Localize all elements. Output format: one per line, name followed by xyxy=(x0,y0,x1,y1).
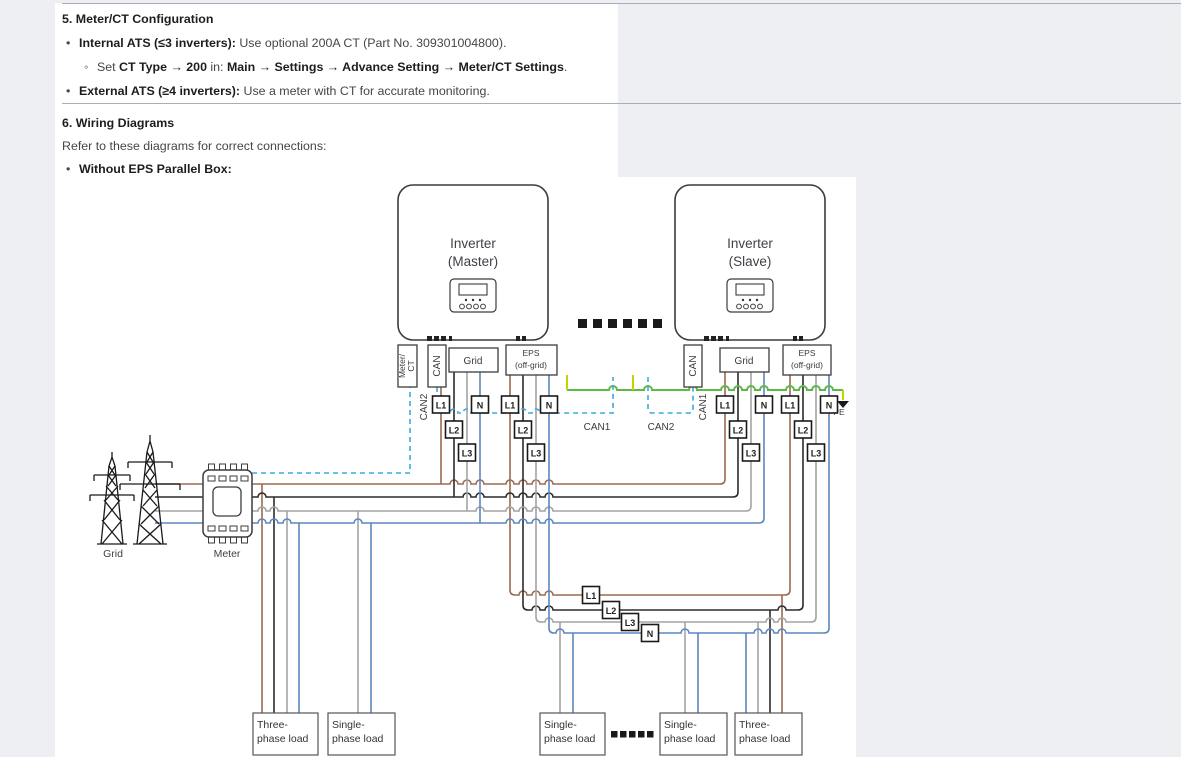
svg-text:L2: L2 xyxy=(606,606,617,616)
svg-text:L2: L2 xyxy=(449,426,460,436)
svg-text:L1: L1 xyxy=(586,591,597,601)
meter-icon xyxy=(203,464,252,543)
l2-black-wires xyxy=(155,372,803,713)
svg-text:N: N xyxy=(826,401,833,411)
svg-text:L3: L3 xyxy=(811,449,822,459)
port-can: CAN xyxy=(432,355,443,376)
wiring-diagram: PE CAN1 CAN2 CAN2 CAN1 Grid xyxy=(0,0,1181,757)
svg-text:(Slave): (Slave) xyxy=(729,254,772,269)
load-single-phase-1: Single- xyxy=(332,719,365,731)
svg-text:L3: L3 xyxy=(462,449,473,459)
load-three-phase-2: Three- xyxy=(739,719,770,731)
l3-gray-wires xyxy=(155,372,816,713)
svg-text:L1: L1 xyxy=(785,401,796,411)
port-meter-ct: CT xyxy=(406,360,416,371)
slave-can1-label: CAN1 xyxy=(698,393,709,420)
slave-ports: CAN Grid EPS (off-grid) xyxy=(684,345,831,387)
svg-text:L2: L2 xyxy=(518,426,529,436)
load-single-phase-3: Single- xyxy=(664,719,697,731)
svg-text:N: N xyxy=(761,401,768,411)
can-bus-line xyxy=(437,377,613,413)
svg-text:phase load: phase load xyxy=(739,733,791,745)
svg-text:Inverter: Inverter xyxy=(727,236,773,251)
svg-text:L3: L3 xyxy=(746,449,757,459)
svg-text:L3: L3 xyxy=(531,449,542,459)
svg-text:N: N xyxy=(477,401,484,411)
svg-text:L2: L2 xyxy=(798,426,809,436)
display-panel-icon xyxy=(450,279,496,312)
svg-text:L3: L3 xyxy=(625,618,636,628)
svg-text:Inverter: Inverter xyxy=(450,236,496,251)
meter-ct-comm-line xyxy=(252,387,410,473)
continuation-dots-icon xyxy=(578,319,662,328)
port-grid: Grid xyxy=(464,356,483,367)
load-single-phase-2: Single- xyxy=(544,719,577,731)
port-eps: EPS xyxy=(522,348,539,358)
port-can: CAN xyxy=(688,355,699,376)
display-panel-icon xyxy=(727,279,773,312)
grid-tower-icon xyxy=(90,435,180,544)
grid-caption: Grid xyxy=(103,548,123,560)
port-grid: Grid xyxy=(735,356,754,367)
svg-text:(Master): (Master) xyxy=(448,254,498,269)
port-eps: (off-grid) xyxy=(515,360,547,370)
svg-text:phase load: phase load xyxy=(664,733,716,745)
load-three-phase-1: Three- xyxy=(257,719,288,731)
can2-bus-label: CAN2 xyxy=(648,422,675,433)
master-ports: Meter/ CT CAN Grid EPS (off-grid) xyxy=(397,345,557,387)
pe-green-wire xyxy=(567,386,843,390)
port-eps: (off-grid) xyxy=(791,360,823,370)
n-blue-wires xyxy=(155,372,829,713)
svg-text:L1: L1 xyxy=(505,401,516,411)
port-eps: EPS xyxy=(798,348,815,358)
meter-caption: Meter xyxy=(214,548,241,560)
svg-text:phase load: phase load xyxy=(332,733,384,745)
can1-bus-label: CAN1 xyxy=(584,422,611,433)
continuation-dots-icon xyxy=(611,731,654,738)
wire-label-boxes: L1 L2 L3 N L1 L2 L3 N L1 L2 L3 N L1 L2 L… xyxy=(433,396,838,642)
svg-text:N: N xyxy=(546,401,553,411)
inverter-slave: Inverter (Slave) xyxy=(675,185,825,341)
master-can2-label: CAN2 xyxy=(419,393,430,420)
svg-text:L2: L2 xyxy=(733,426,744,436)
svg-text:L1: L1 xyxy=(436,401,447,411)
inverter-master: Inverter (Master) xyxy=(398,185,548,341)
svg-text:N: N xyxy=(647,629,654,639)
load-boxes: Three- phase load Single- phase load Sin… xyxy=(253,713,802,755)
l1-brown-wires xyxy=(155,372,790,713)
svg-text:phase load: phase load xyxy=(257,733,309,745)
svg-text:phase load: phase load xyxy=(544,733,596,745)
svg-text:L1: L1 xyxy=(720,401,731,411)
